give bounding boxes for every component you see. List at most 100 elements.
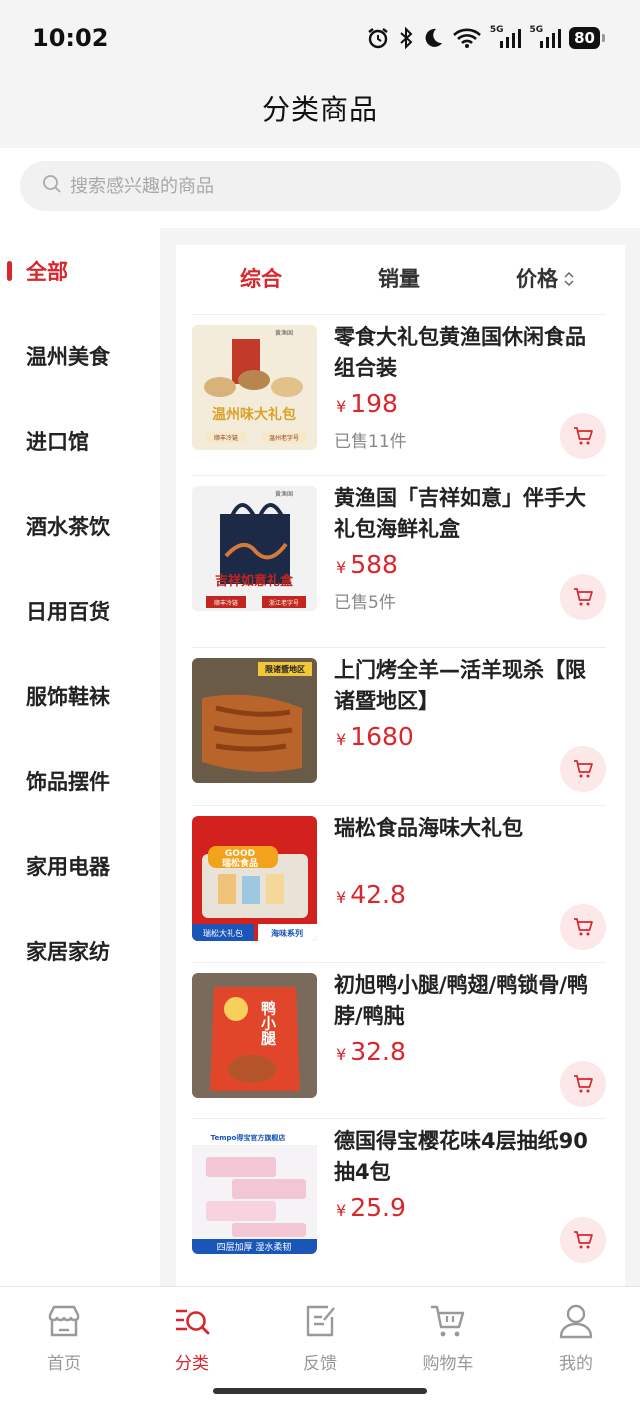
tab-cart[interactable]: 购物车 [384, 1299, 512, 1374]
product-image[interactable]: 鸭小腿 [192, 973, 317, 1098]
product-sold-count: 已售5件 [334, 593, 396, 613]
product-image-badge: 限诸暨地区 [265, 664, 305, 674]
category-item-import[interactable]: 进口馆 [0, 416, 160, 466]
product-image-brand: 黄渔国 [275, 329, 293, 337]
product-price: ¥25.9 [336, 1193, 406, 1222]
search-icon [42, 174, 62, 198]
tab-profile-label: 我的 [559, 1354, 593, 1374]
status-time: 10:02 [32, 24, 109, 52]
tab-feedback[interactable]: 反馈 [256, 1299, 384, 1374]
product-price: ¥1680 [336, 722, 414, 751]
category-item-appliances[interactable]: 家用电器 [0, 841, 160, 891]
sort-sales[interactable]: 销量 [378, 263, 420, 293]
product-card[interactable]: Tempo得宝官方旗舰店 四层加厚 湿水柔韧 德国得宝樱花味4层抽纸90抽4包 … [192, 1118, 606, 1276]
category-item-drinks[interactable]: 酒水茶饮 [0, 501, 160, 551]
product-card[interactable]: GOOD 瑞松食品 瑞松大礼包 海味系列 瑞松食品海味大礼包 ¥42.8 [192, 805, 606, 963]
product-image[interactable]: 吉祥如意礼盒 顺丰冷链 浙江老字号 黄渔国 [192, 486, 317, 611]
category-item-all[interactable]: 全部 [0, 246, 160, 296]
product-image-tag2: 温州老字号 [269, 434, 299, 442]
tab-category[interactable]: 分类 [128, 1299, 256, 1374]
product-card[interactable]: 限诸暨地区 上门烤全羊—活羊现杀【限诸暨地区】 ¥1680 [192, 647, 606, 805]
product-price: ¥42.8 [336, 880, 406, 909]
product-card[interactable]: 吉祥如意礼盒 顺丰冷链 浙江老字号 黄渔国 黄渔国「吉祥如意」伴手大礼包海鲜礼盒… [192, 475, 606, 633]
signal-icon-1: 5G [490, 24, 522, 52]
product-image-tag1: 顺丰冷链 [214, 599, 238, 607]
user-icon [512, 1299, 640, 1343]
category-item-ornaments[interactable]: 饰品摆件 [0, 756, 160, 806]
title-bar: 分类商品 [0, 76, 640, 148]
product-sold-count: 已售11件 [334, 432, 407, 452]
cart-icon [574, 427, 593, 445]
product-image-good: GOOD [225, 849, 255, 859]
product-price: ¥198 [336, 389, 398, 418]
product-name[interactable]: 零食大礼包黄渔国休闲食品组合装 [334, 322, 596, 384]
product-list-panel: 综合 销量 价格 温州味大礼包 顺丰冷链 温州老字号 黄渔国 零食大礼包黄渔国休… [176, 245, 625, 1286]
category-search-icon [128, 1299, 256, 1343]
product-image[interactable]: 限诸暨地区 [192, 658, 317, 783]
signal-icon-2: 5G [529, 24, 562, 52]
product-image-brand: Tempo得宝官方旗舰店 [211, 1133, 286, 1142]
category-item-home-textiles[interactable]: 家居家纺 [0, 926, 160, 976]
sort-bar: 综合 销量 价格 [176, 245, 625, 311]
product-image[interactable]: 温州味大礼包 顺丰冷链 温州老字号 黄渔国 [192, 325, 317, 450]
product-price: ¥588 [336, 550, 398, 579]
add-to-cart-button[interactable] [560, 413, 606, 459]
wifi-icon [452, 24, 482, 52]
add-to-cart-button[interactable] [560, 1061, 606, 1107]
search-input[interactable] [70, 175, 550, 197]
product-image-tag2: 浙江老字号 [269, 599, 299, 607]
cart-icon [574, 760, 593, 778]
tab-profile[interactable]: 我的 [512, 1299, 640, 1374]
product-image-brand: 黄渔国 [275, 490, 293, 498]
tab-home[interactable]: 首页 [0, 1299, 128, 1374]
status-icons: 5G 5G 80 [366, 24, 605, 52]
moon-icon [422, 24, 444, 52]
tab-cart-label: 购物车 [422, 1354, 474, 1374]
product-image-brand: 瑞松食品 [222, 857, 258, 869]
sort-comprehensive[interactable]: 综合 [240, 263, 282, 293]
alarm-icon [366, 24, 390, 52]
sort-price[interactable]: 价格 [516, 263, 574, 293]
tab-home-label: 首页 [47, 1354, 81, 1374]
product-image-title: 吉祥如意礼盒 [215, 573, 294, 589]
product-name[interactable]: 上门烤全羊—活羊现杀【限诸暨地区】 [334, 655, 596, 717]
product-image-title: 四层加厚 湿水柔韧 [217, 1241, 292, 1253]
battery-icon: 80 [569, 24, 605, 52]
tab-feedback-label: 反馈 [303, 1354, 337, 1374]
product-name[interactable]: 黄渔国「吉祥如意」伴手大礼包海鲜礼盒 [334, 483, 596, 545]
add-to-cart-button[interactable] [560, 574, 606, 620]
product-image-tag2: 海味系列 [271, 928, 303, 938]
product-image-tag1: 顺丰冷链 [214, 434, 238, 442]
product-image[interactable]: GOOD 瑞松食品 瑞松大礼包 海味系列 [192, 816, 317, 941]
add-to-cart-button[interactable] [560, 1217, 606, 1263]
cart-icon [574, 918, 593, 936]
product-name[interactable]: 瑞松食品海味大礼包 [334, 813, 596, 844]
home-store-icon [0, 1299, 128, 1343]
product-image-tag1: 瑞松大礼包 [203, 928, 243, 938]
product-image[interactable]: Tempo得宝官方旗舰店 四层加厚 湿水柔韧 [192, 1129, 317, 1254]
add-to-cart-button[interactable] [560, 904, 606, 950]
product-image-title: 鸭小腿 [259, 1000, 277, 1047]
status-bar: 10:02 5G 5G 80 [0, 0, 640, 76]
category-item-daily-goods[interactable]: 日用百货 [0, 586, 160, 636]
cart-icon [574, 588, 593, 606]
product-card[interactable]: 温州味大礼包 顺丰冷链 温州老字号 黄渔国 零食大礼包黄渔国休闲食品组合装 ¥1… [192, 314, 606, 472]
home-indicator[interactable] [213, 1388, 427, 1394]
search-area [0, 148, 640, 228]
bottom-tab-bar: 首页 分类 反馈 购物车 我的 [0, 1286, 640, 1408]
product-price: ¥32.8 [336, 1037, 406, 1066]
category-item-wenzhou-food[interactable]: 温州美食 [0, 331, 160, 381]
category-sidebar: 全部 温州美食 进口馆 酒水茶饮 日用百货 服饰鞋袜 饰品摆件 家用电器 家居家… [0, 228, 160, 1286]
product-card[interactable]: 鸭小腿 初旭鸭小腿/鸭翅/鸭锁骨/鸭脖/鸭肫 ¥32.8 [192, 962, 606, 1120]
cart-icon [574, 1231, 593, 1249]
product-name[interactable]: 初旭鸭小腿/鸭翅/鸭锁骨/鸭脖/鸭肫 [334, 970, 596, 1032]
add-to-cart-button[interactable] [560, 746, 606, 792]
cart-icon [384, 1299, 512, 1343]
cart-icon [574, 1075, 593, 1093]
product-name[interactable]: 德国得宝樱花味4层抽纸90抽4包 [334, 1126, 596, 1188]
product-image-title: 温州味大礼包 [212, 406, 296, 423]
feedback-edit-icon [256, 1299, 384, 1343]
sort-price-label: 价格 [516, 267, 558, 291]
search-box[interactable] [20, 161, 621, 211]
category-item-apparel[interactable]: 服饰鞋袜 [0, 671, 160, 721]
